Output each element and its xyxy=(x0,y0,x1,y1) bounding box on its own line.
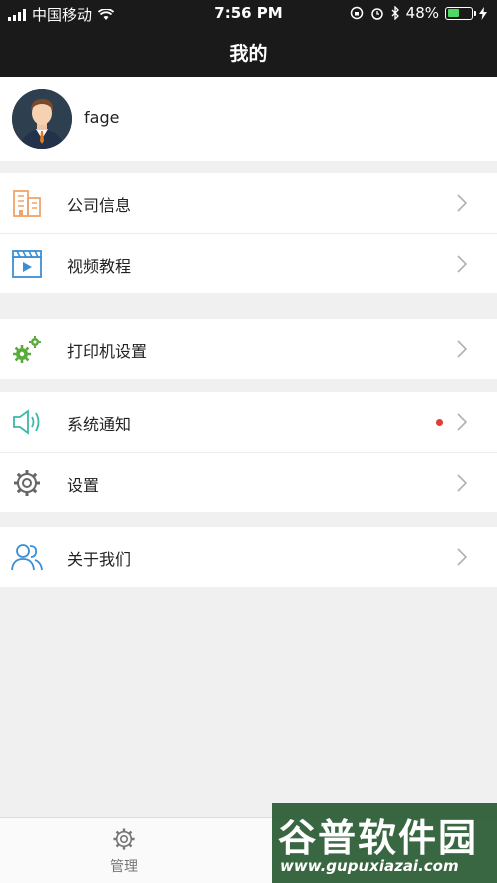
menu-item-system-notice[interactable]: 系统通知 xyxy=(0,392,497,452)
chevron-right-icon xyxy=(457,255,467,273)
avatar-image xyxy=(12,89,72,149)
menu-item-video-tutorial[interactable]: 视频教程 xyxy=(0,233,497,293)
chevron-right-icon xyxy=(457,194,467,212)
bluetooth-icon xyxy=(391,6,399,20)
chevron-right-icon xyxy=(457,413,467,431)
gear-icon xyxy=(14,470,40,496)
menu-item-label: 打印机设置 xyxy=(67,342,148,361)
watermark: 谷普软件园 www.gupuxiazai.com xyxy=(272,803,497,883)
chevron-right-icon xyxy=(457,340,467,358)
profile-card[interactable]: fage xyxy=(0,77,497,161)
menu-group-notifications: 系统通知 设置 xyxy=(0,392,497,512)
chevron-right-icon xyxy=(457,474,467,492)
people-icon xyxy=(11,544,43,571)
nav-bar: 我的 xyxy=(0,26,497,77)
tab-label: 管理 xyxy=(110,859,138,875)
avatar[interactable] xyxy=(12,89,72,149)
page-title: 我的 xyxy=(229,43,268,65)
menu-item-label: 公司信息 xyxy=(67,196,132,215)
battery-icon xyxy=(445,6,476,20)
battery-percent: 48% xyxy=(405,4,439,22)
username: fage xyxy=(84,108,120,127)
building-icon xyxy=(13,190,41,217)
gears-icon xyxy=(13,336,41,363)
menu-group-company: 公司信息 视频教程 xyxy=(0,173,497,293)
tab-manage[interactable]: 管理 xyxy=(64,826,184,876)
unread-badge xyxy=(436,419,443,426)
status-right: 48% xyxy=(350,4,487,22)
menu-item-about-us[interactable]: 关于我们 xyxy=(0,527,497,587)
menu-item-label: 视频教程 xyxy=(67,257,132,276)
menu-group-printer: 打印机设置 xyxy=(0,319,497,379)
watermark-url: www.gupuxiazai.com xyxy=(280,857,459,875)
menu-item-company-info[interactable]: 公司信息 xyxy=(0,173,497,233)
status-bar: 中国移动 7:56 PM 48% xyxy=(0,0,497,26)
alarm-icon xyxy=(370,8,383,20)
charging-icon xyxy=(479,6,487,20)
video-icon xyxy=(12,250,42,278)
orientation-lock-icon xyxy=(350,6,363,20)
gear-icon xyxy=(113,828,135,850)
watermark-title: 谷普软件园 xyxy=(278,816,479,860)
menu-item-label: 系统通知 xyxy=(67,415,132,434)
chevron-right-icon xyxy=(457,548,467,566)
menu-item-printer-settings[interactable]: 打印机设置 xyxy=(0,319,497,379)
menu-group-about: 关于我们 xyxy=(0,527,497,587)
speaker-icon xyxy=(13,409,40,435)
menu-item-label: 设置 xyxy=(67,476,100,495)
menu-item-settings[interactable]: 设置 xyxy=(0,452,497,512)
menu-item-label: 关于我们 xyxy=(67,550,132,569)
